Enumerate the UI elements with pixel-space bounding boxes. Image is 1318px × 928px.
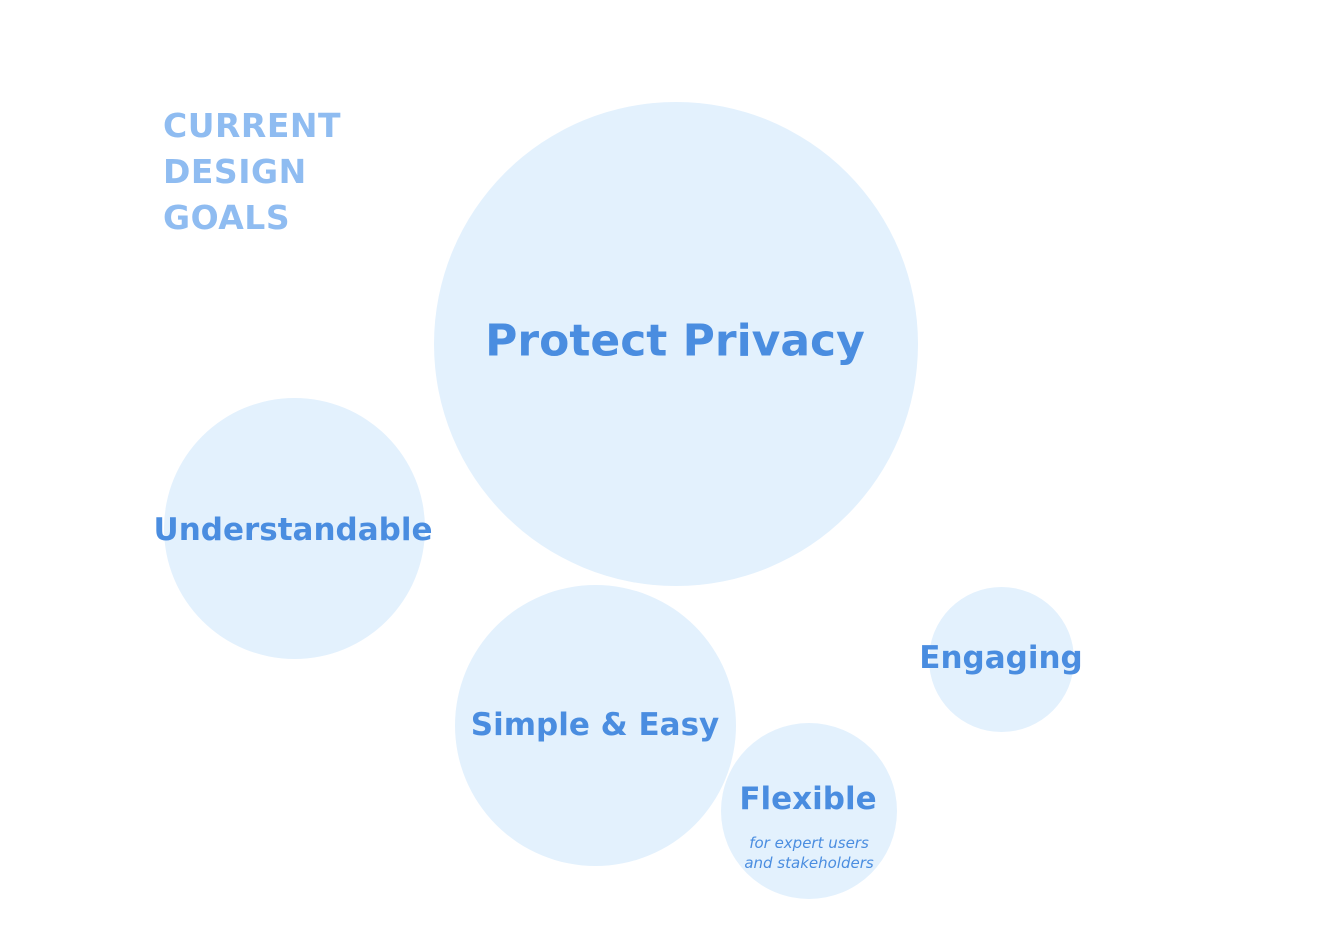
goal-label-engaging: Engaging [919, 640, 1083, 676]
goal-label-flexible: Flexible [739, 781, 877, 817]
goal-label-protect-privacy: Protect Privacy [485, 315, 865, 367]
goal-note-flexible: for expert users and stakeholders [744, 834, 874, 872]
goal-label-simple-easy: Simple & Easy [470, 707, 720, 743]
diagram-title: CURRENT DESIGN GOALS [163, 106, 342, 237]
goal-label-understandable: Understandable [153, 512, 433, 548]
